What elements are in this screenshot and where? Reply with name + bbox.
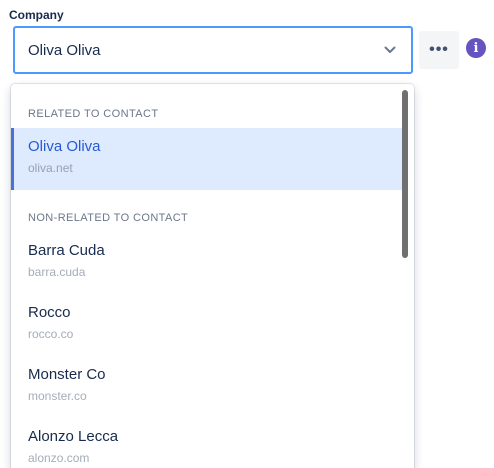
option-domain: oliva.net xyxy=(28,161,73,175)
dropdown-scrollbar[interactable] xyxy=(402,90,408,258)
option-domain: barra.cuda xyxy=(28,265,86,279)
option-name: Alonzo Lecca xyxy=(28,428,119,445)
option-domain: monster.co xyxy=(28,389,87,403)
option-domain: alonzo.com xyxy=(28,451,90,465)
group-heading-related: RELATED TO CONTACT xyxy=(28,108,159,120)
option-alonzo-lecca[interactable]: Alonzo Lecca alonzo.com xyxy=(11,418,403,468)
option-name: Rocco xyxy=(28,304,71,321)
option-name: Oliva Oliva xyxy=(28,138,101,155)
option-rocco[interactable]: Rocco rocco.co xyxy=(11,294,403,356)
option-name: Monster Co xyxy=(28,366,106,383)
selected-value: Oliva Oliva xyxy=(28,41,101,59)
option-name: Barra Cuda xyxy=(28,242,105,259)
chevron-down-icon[interactable] xyxy=(383,43,397,57)
option-domain: rocco.co xyxy=(28,327,74,341)
info-icon[interactable]: i xyxy=(466,38,486,58)
company-dropdown-menu: RELATED TO CONTACT Oliva Oliva oliva.net… xyxy=(11,84,414,468)
option-barra-cuda[interactable]: Barra Cuda barra.cuda xyxy=(11,232,403,294)
option-oliva-oliva[interactable]: Oliva Oliva oliva.net xyxy=(11,128,403,190)
field-label: Company xyxy=(9,8,64,22)
company-select[interactable]: Oliva Oliva xyxy=(13,26,413,74)
group-heading-non-related: NON-RELATED TO CONTACT xyxy=(28,212,189,224)
more-horizontal-icon: ••• xyxy=(429,41,449,58)
option-monster-co[interactable]: Monster Co monster.co xyxy=(11,356,403,418)
more-options-button[interactable]: ••• xyxy=(419,31,459,69)
info-icon-glyph: i xyxy=(473,40,479,56)
